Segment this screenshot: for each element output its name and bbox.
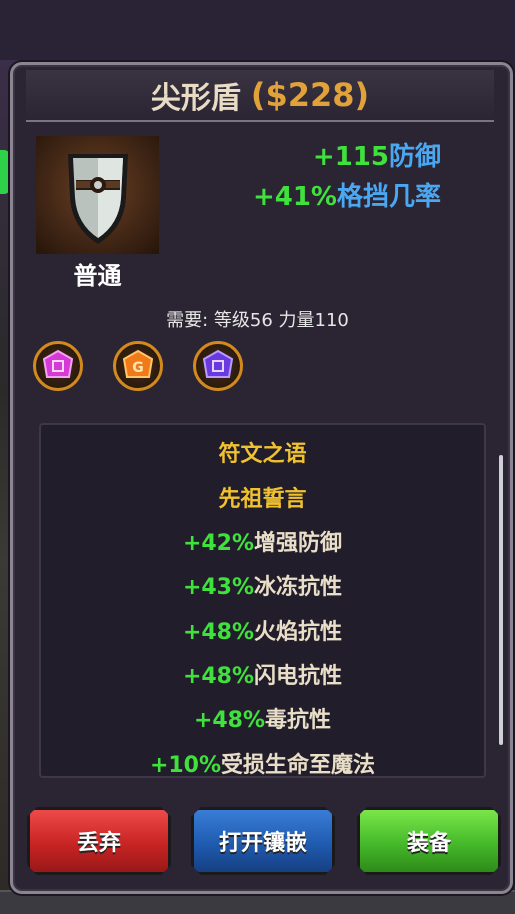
item-price: ($228)	[250, 76, 370, 114]
line-label: 火焰抗性	[254, 620, 343, 645]
line-value: +42%	[182, 531, 255, 556]
scrollbar[interactable]	[499, 455, 503, 745]
item-icon-frame	[36, 136, 159, 254]
runeword-line: +43%冰冻抗性	[39, 569, 486, 601]
line-value: +43%	[182, 575, 255, 600]
runeword-line: +10%受损生命至魔法	[39, 747, 486, 779]
line-value: +48%	[193, 708, 266, 733]
stat-block-chance: +41%格挡几率	[253, 176, 441, 213]
line-label: 增强防御	[254, 531, 343, 556]
line-label: 冰冻抗性	[254, 575, 343, 600]
line-label: 闪电抗性	[254, 664, 343, 689]
runeword-line: +48%火焰抗性	[39, 614, 486, 646]
pink-rune-icon	[42, 349, 74, 378]
background-gem	[0, 150, 10, 194]
runeword-line: +42%增强防御	[39, 525, 486, 557]
item-name: 尖形盾	[150, 81, 241, 116]
socket-2[interactable]: G	[113, 341, 163, 391]
stat-label: 格挡几率	[336, 182, 441, 212]
purple-rune-icon	[202, 349, 234, 378]
stat-value: +41%	[252, 182, 337, 212]
runeword-line: +48%毒抗性	[39, 702, 486, 734]
svg-text:G: G	[132, 360, 144, 376]
item-title-bar: 尖形盾 ($228)	[26, 70, 494, 122]
open-socket-button[interactable]: 打开镶嵌	[191, 807, 335, 875]
line-value: +48%	[182, 664, 255, 689]
line-label: 毒抗性	[265, 708, 332, 733]
orange-rune-icon: G	[122, 349, 154, 378]
shield-icon	[68, 154, 128, 244]
line-value: +48%	[182, 620, 255, 645]
socket-3[interactable]	[193, 341, 243, 391]
item-rarity: 普通	[73, 262, 122, 290]
runeword-name: 先祖誓言	[218, 487, 307, 512]
requirement-text: 需要: 等级56 力量110	[166, 310, 349, 331]
runeword-line: +48%闪电抗性	[39, 658, 486, 690]
line-label: 受损生命至魔法	[221, 753, 376, 778]
socket-1[interactable]	[33, 341, 83, 391]
runeword-header: 符文之语	[218, 442, 307, 467]
equip-button[interactable]: 装备	[357, 807, 501, 875]
stat-defense: +115防御	[313, 136, 441, 173]
stat-value: +115	[312, 142, 389, 172]
line-value: +10%	[149, 753, 222, 778]
stat-label: 防御	[388, 142, 441, 172]
discard-button[interactable]: 丢弃	[27, 807, 171, 875]
